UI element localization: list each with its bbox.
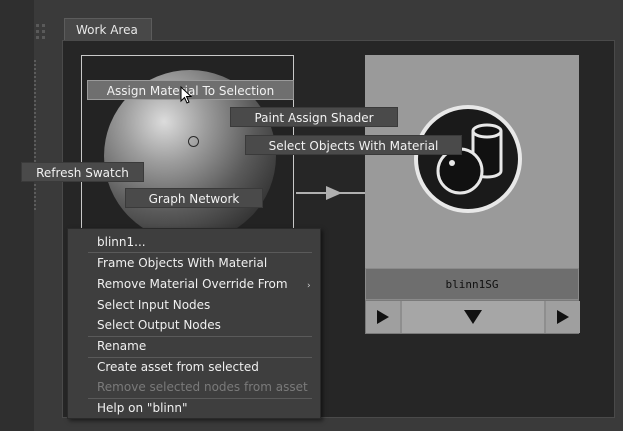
connection-line	[296, 192, 328, 194]
drag-target-circle-icon	[188, 136, 199, 147]
paint-assign-shader-menu-item[interactable]: Paint Assign Shader	[230, 107, 398, 127]
context-menu-item-rename[interactable]: Rename	[97, 336, 146, 356]
submenu-arrow-icon: ›	[307, 281, 311, 291]
play-right-icon	[377, 310, 389, 324]
context-menu-item-select-output-nodes[interactable]: Select Output Nodes	[97, 315, 221, 335]
context-menu-item-blinn1[interactable]: blinn1...	[97, 232, 146, 252]
triangle-down-icon	[464, 310, 482, 324]
output-port-button[interactable]	[546, 301, 580, 333]
context-menu-item-remove-material-override[interactable]: Remove Material Override From	[97, 274, 288, 294]
context-menu: blinn1... Frame Objects With Material Re…	[67, 228, 321, 419]
connection-line	[340, 192, 366, 194]
expand-port-button[interactable]	[402, 301, 544, 333]
play-right-icon	[557, 310, 569, 324]
context-menu-item-frame-objects[interactable]: Frame Objects With Material	[97, 253, 267, 273]
shading-group-label: blinn1SG	[365, 268, 579, 300]
context-menu-item-create-asset[interactable]: Create asset from selected	[97, 357, 259, 377]
tab-work-area[interactable]: Work Area	[64, 18, 152, 40]
panel-divider	[34, 60, 36, 210]
shading-group-ports	[365, 300, 580, 334]
context-menu-item-help[interactable]: Help on "blinn"	[97, 398, 187, 418]
graph-network-menu-item[interactable]: Graph Network	[125, 188, 263, 208]
refresh-swatch-menu-item[interactable]: Refresh Swatch	[21, 162, 144, 182]
left-panel-frame	[0, 0, 34, 431]
context-menu-item-remove-from-asset: Remove selected nodes from asset	[97, 380, 308, 394]
panel-grip-icon[interactable]	[36, 24, 48, 48]
select-objects-with-material-menu-item[interactable]: Select Objects With Material	[245, 135, 462, 155]
context-menu-item-select-input-nodes[interactable]: Select Input Nodes	[97, 295, 210, 315]
input-port-button[interactable]	[366, 301, 400, 333]
shading-group-icon	[414, 105, 522, 213]
